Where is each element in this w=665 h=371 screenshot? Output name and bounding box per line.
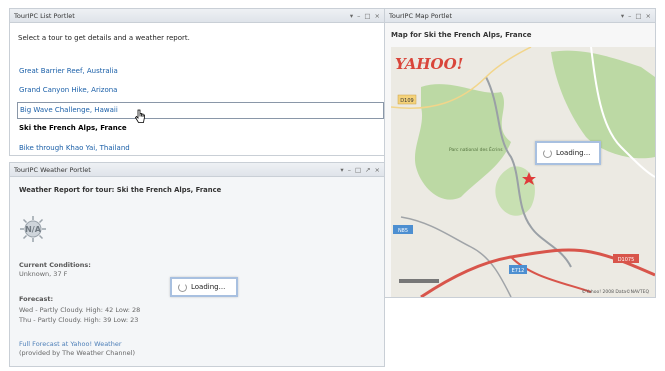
close-icon[interactable]: × [375, 12, 380, 20]
loading-text: Loading... [556, 149, 591, 157]
forecast-line: Wed - Partly Cloudy. High: 42 Low: 28 [19, 306, 141, 314]
maximize-icon[interactable]: □ [355, 166, 361, 174]
tour-link-selected[interactable]: Ski the French Alps, France [19, 124, 127, 132]
road-label: N85 [398, 228, 408, 234]
road-label: D109 [400, 98, 413, 104]
current-conditions-value: Unknown, 37 F [19, 270, 68, 278]
menu-icon[interactable]: ▾ [340, 166, 343, 174]
road-label: E712 [512, 268, 525, 274]
maximize-icon[interactable]: □ [364, 12, 370, 20]
popout-icon[interactable]: ↗ [365, 166, 370, 174]
tour-link-hovered[interactable]: Big Wave Challenge, Hawaii [17, 102, 384, 119]
tour-link[interactable]: Great Barrier Reef, Australia [19, 67, 118, 75]
maximize-icon[interactable]: □ [635, 12, 641, 20]
tour-link[interactable]: Bike through Khao Yai, Thailand [19, 144, 130, 152]
svg-text:N/A: N/A [25, 225, 42, 234]
tour-link[interactable]: Grand Canyon Hike, Arizona [19, 86, 117, 94]
close-icon[interactable]: × [375, 166, 380, 174]
map-portlet-titlebar[interactable]: TourIPC Map Portlet ▾ – □ × [385, 9, 655, 23]
road-label: D1075 [618, 257, 635, 263]
map-image[interactable]: YAHOO! D109 N85 E712 D1075 Parc national… [391, 47, 655, 297]
loading-text: Loading... [191, 283, 226, 291]
forecast-label: Forecast: [19, 295, 54, 303]
weather-portlet: TourIPC Weather Portlet ▾ – □ ↗ × Weathe… [9, 162, 385, 367]
yahoo-logo: YAHOO! [395, 55, 463, 73]
map-portlet: TourIPC Map Portlet ▾ – □ × Map for Ski … [384, 8, 656, 298]
weather-provider-text: (provided by The Weather Channel) [19, 349, 135, 357]
map-copyright: ©Yahoo! 2008 Data©NAVTEQ [582, 288, 650, 295]
forecast-line: Thu - Partly Cloudy. High: 39 Low: 23 [19, 316, 139, 324]
close-icon[interactable]: × [646, 12, 651, 20]
list-portlet-title: TourIPC List Portlet [14, 11, 75, 20]
list-portlet-titlebar[interactable]: TourIPC List Portlet ▾ – □ × [10, 9, 384, 23]
minimize-icon[interactable]: – [348, 166, 351, 174]
spinner-icon [543, 148, 552, 158]
spinner-icon [178, 282, 187, 292]
menu-icon[interactable]: ▾ [350, 12, 353, 20]
map-loading-indicator: Loading... [535, 141, 601, 165]
weather-portlet-title: TourIPC Weather Portlet [14, 165, 91, 174]
weather-unavailable-icon: N/A [20, 216, 46, 242]
full-forecast-link[interactable]: Full Forecast at Yahoo! Weather [19, 340, 122, 348]
menu-icon[interactable]: ▾ [621, 12, 624, 20]
hand-cursor-icon [134, 109, 145, 123]
list-portlet: TourIPC List Portlet ▾ – □ × Select a to… [9, 8, 385, 156]
weather-loading-indicator: Loading... [170, 277, 238, 297]
weather-portlet-titlebar[interactable]: TourIPC Weather Portlet ▾ – □ ↗ × [10, 163, 384, 177]
minimize-icon[interactable]: – [357, 12, 360, 20]
map-heading: Map for Ski the French Alps, France [391, 31, 532, 39]
current-conditions-label: Current Conditions: [19, 261, 91, 269]
map-view[interactable]: YAHOO! D109 N85 E712 D1075 Parc national… [391, 47, 655, 297]
weather-heading: Weather Report for tour: Ski the French … [19, 186, 222, 194]
map-portlet-title: TourIPC Map Portlet [389, 11, 453, 20]
minimize-icon[interactable]: – [628, 12, 631, 20]
list-intro-text: Select a tour to get details and a weath… [18, 34, 190, 42]
